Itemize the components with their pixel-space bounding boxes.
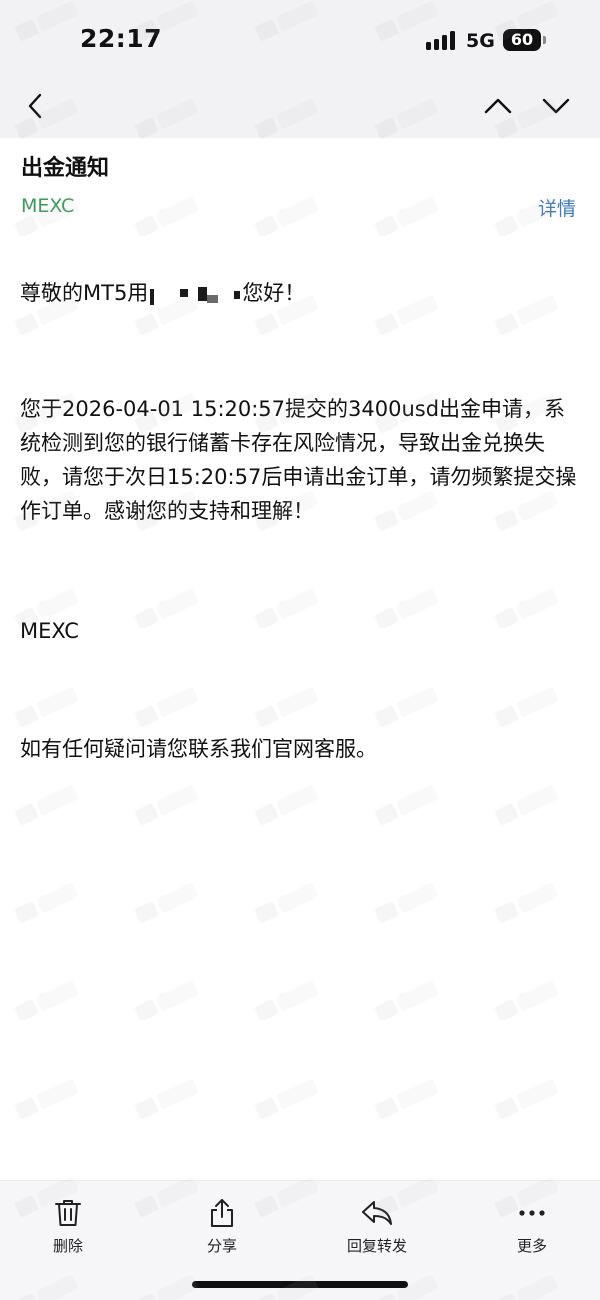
sender-name[interactable]: MEXC	[21, 195, 74, 217]
chevron-left-icon	[28, 93, 42, 119]
network-label: 5G	[466, 30, 495, 52]
mail-signature: MEXC	[20, 619, 79, 643]
greeting-prefix: 尊敬的MT5用	[20, 281, 149, 305]
delete-label: 删除	[52, 1237, 83, 1255]
battery-cap	[543, 36, 546, 44]
battery-icon: 60	[503, 29, 541, 51]
home-indicator[interactable]	[192, 1281, 408, 1288]
more-button[interactable]: 更多	[477, 1195, 587, 1256]
next-mail-button[interactable]	[536, 86, 576, 126]
reply-forward-label: 回复转发	[346, 1237, 407, 1255]
share-label: 分享	[206, 1237, 237, 1255]
watermark-pattern	[0, 0, 600, 1300]
mail-detail-screen: 22:17 5G 60 出金通知 MEXC 详情 尊敬的MT5用 您好！ 您于2…	[0, 0, 600, 1300]
share-button[interactable]: 分享	[167, 1195, 277, 1256]
contact-support-line: 如有任何疑问请您联系我们官网客服。	[20, 737, 377, 761]
mail-subject: 出金通知	[21, 156, 110, 181]
chevron-up-icon	[484, 98, 512, 114]
status-time: 22:17	[80, 24, 163, 53]
trash-icon	[50, 1195, 86, 1231]
more-label: 更多	[516, 1237, 547, 1255]
previous-mail-button[interactable]	[478, 86, 518, 126]
reply-icon	[359, 1195, 395, 1231]
reply-forward-button[interactable]: 回复转发	[322, 1195, 432, 1256]
greeting-line: 尊敬的MT5用 您好！	[20, 276, 580, 310]
signal-icon	[426, 30, 458, 50]
withdrawal-notice-paragraph: 您于2026-04-01 15:20:57提交的3400usd出金申请，系统检测…	[20, 397, 577, 523]
battery-level: 60	[510, 30, 534, 49]
redacted-username	[150, 283, 241, 305]
greeting-suffix: 您好！	[242, 281, 306, 305]
share-icon	[204, 1195, 240, 1231]
chevron-down-icon	[542, 98, 570, 114]
details-link[interactable]: 详情	[538, 194, 576, 221]
delete-button[interactable]: 删除	[13, 1195, 123, 1256]
more-icon	[514, 1195, 550, 1231]
back-button[interactable]	[16, 86, 56, 126]
